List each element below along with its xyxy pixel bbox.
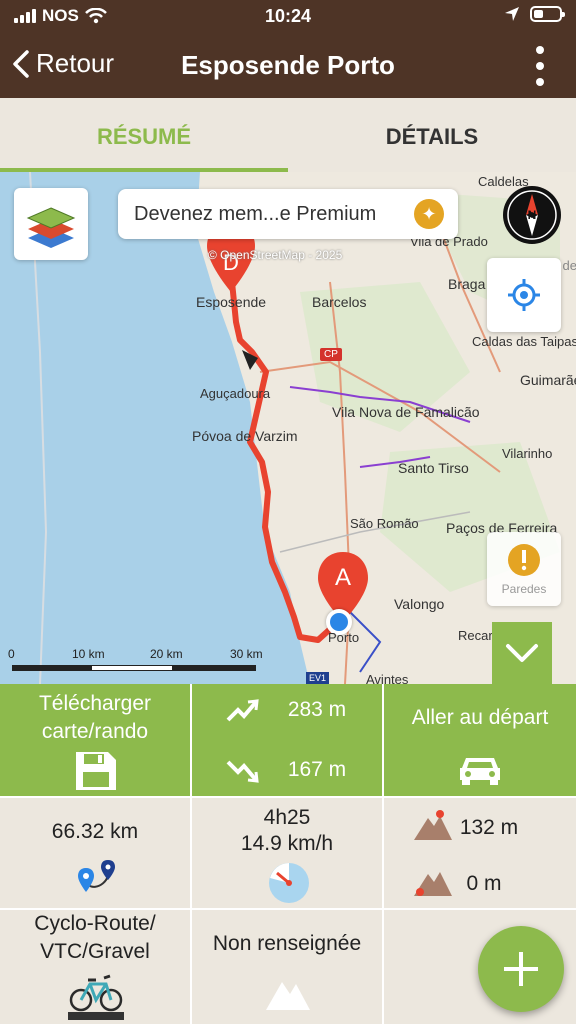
status-bar: NOS 10:24	[0, 0, 576, 34]
collapse-map-button[interactable]	[492, 622, 552, 684]
save-icon	[76, 752, 116, 790]
layers-icon	[26, 207, 76, 248]
scale-label: 30 km	[230, 647, 263, 661]
scale-label: 10 km	[72, 647, 105, 661]
difficulty-cell: Non renseignée	[192, 910, 384, 1024]
place-label: Santo Tirso	[398, 460, 469, 476]
warning-icon	[508, 544, 540, 576]
place-label: São Romão	[350, 516, 419, 531]
place-label: Vila Nova de Famalicão	[332, 404, 480, 420]
location-arrow-icon	[505, 7, 519, 21]
nav-bar: Retour Esposende Porto	[0, 34, 576, 98]
go-to-start-button[interactable]: Aller au départ	[384, 684, 576, 798]
premium-banner[interactable]: Devenez mem...e Premium ✦	[118, 189, 458, 239]
speed-value: 14.9 km/h	[240, 832, 334, 855]
duration-cell: 4h25 14.9 km/h	[192, 798, 384, 910]
route-pins-icon	[78, 860, 115, 892]
place-label: Porto	[328, 630, 360, 645]
warning-label: Paredes	[501, 582, 547, 596]
start-marker-label: A	[334, 564, 351, 591]
place-label: Póvoa de Varzim	[192, 428, 298, 444]
min-altitude-value: 0 m	[466, 872, 502, 895]
tab-details[interactable]: DÉTAILS	[288, 98, 576, 172]
road-badge: CP	[320, 348, 342, 361]
map-scale: 0 10 km 20 km 30 km	[8, 647, 268, 677]
place-label: Aguçadoura	[200, 386, 271, 401]
ascent-value: 283 m	[287, 698, 347, 721]
place-label: Vilarinho	[502, 446, 553, 461]
activity-value: Cyclo-Route/ VTC/Gravel	[34, 912, 156, 963]
go-to-start-label: Aller au départ	[411, 706, 549, 729]
add-button[interactable]	[478, 926, 564, 1012]
page-title: Esposende Porto	[181, 50, 395, 80]
map-attribution: © OpenStreetMap - 2025	[208, 248, 343, 262]
max-altitude-value: 132 m	[459, 816, 519, 839]
activity-cell: Cyclo-Route/ VTC/Gravel	[0, 910, 192, 1024]
difficulty-value: Non renseignée	[212, 932, 362, 955]
place-label: Valongo	[394, 596, 445, 612]
map-view[interactable]: D A Caldelas Vila de Prado Póvoa de Espo…	[0, 172, 576, 684]
scale-label: 20 km	[150, 647, 183, 661]
car-icon	[460, 758, 500, 785]
tab-resume[interactable]: RÉSUMÉ	[0, 98, 288, 172]
place-label: Caldas das Taipas	[472, 334, 576, 349]
distance-cell: 66.32 km	[0, 798, 192, 910]
place-label: Barcelos	[312, 294, 367, 310]
place-label: Esposende	[196, 294, 267, 310]
scale-label: 0	[8, 647, 15, 661]
locate-me-button[interactable]	[487, 258, 561, 332]
compass-button[interactable]: N	[503, 186, 561, 244]
bike-icon	[68, 974, 124, 1020]
chevron-down-icon	[506, 644, 538, 662]
crosshair-icon	[508, 279, 540, 311]
map-layers-button[interactable]	[14, 188, 88, 260]
road-badge: EV1	[306, 672, 330, 684]
elevation-gain-loss: 283 m 167 m	[192, 684, 384, 798]
download-label: Télécharger carte/rando	[38, 692, 152, 743]
altitude-cell: 132 m 0 m	[384, 798, 576, 910]
report-issue-button[interactable]: Paredes	[487, 532, 561, 606]
more-menu-button[interactable]	[534, 46, 546, 86]
mountain-icon	[266, 982, 310, 1010]
place-label: Braga	[448, 276, 486, 292]
speedometer-icon	[269, 863, 309, 903]
duration-value: 4h25	[263, 806, 311, 829]
star-icon: ✦	[414, 199, 444, 229]
compass-letter: N	[527, 208, 537, 222]
tab-bar: RÉSUMÉ DÉTAILS	[0, 98, 576, 172]
clock: 10:24	[264, 6, 312, 26]
place-label: Avintes	[366, 672, 409, 684]
distance-value: 66.32 km	[51, 820, 139, 843]
place-label: Guimarães	[520, 372, 576, 388]
battery-icon	[530, 6, 565, 22]
descent-value: 167 m	[287, 758, 347, 781]
premium-text: Devenez mem...e Premium	[134, 203, 377, 225]
download-button[interactable]: Télécharger carte/rando	[0, 684, 192, 798]
